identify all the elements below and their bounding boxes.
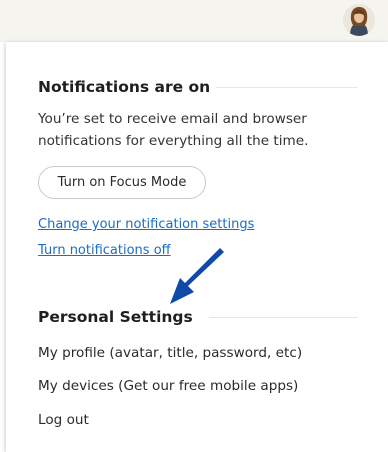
focus-mode-button[interactable]: Turn on Focus Mode (38, 166, 206, 199)
arrow-pointer-icon (170, 248, 224, 304)
notifications-heading: Notifications are on (38, 78, 211, 96)
my-profile-link[interactable]: My profile (avatar, title, password, etc… (38, 345, 302, 361)
heading-divider (209, 317, 358, 318)
settings-panel: Notifications are on You’re set to recei… (6, 42, 388, 452)
personal-settings-heading: Personal Settings (38, 308, 193, 326)
user-avatar-icon[interactable] (343, 4, 375, 36)
top-bar (0, 0, 388, 42)
change-notification-settings-link[interactable]: Change your notification settings (38, 217, 254, 232)
turn-notifications-off-link[interactable]: Turn notifications off (38, 243, 171, 258)
heading-divider (216, 87, 358, 88)
notifications-description: You’re set to receive email and browser … (38, 111, 309, 149)
my-devices-link[interactable]: My devices (Get our free mobile apps) (38, 378, 298, 394)
log-out-link[interactable]: Log out (38, 412, 89, 428)
